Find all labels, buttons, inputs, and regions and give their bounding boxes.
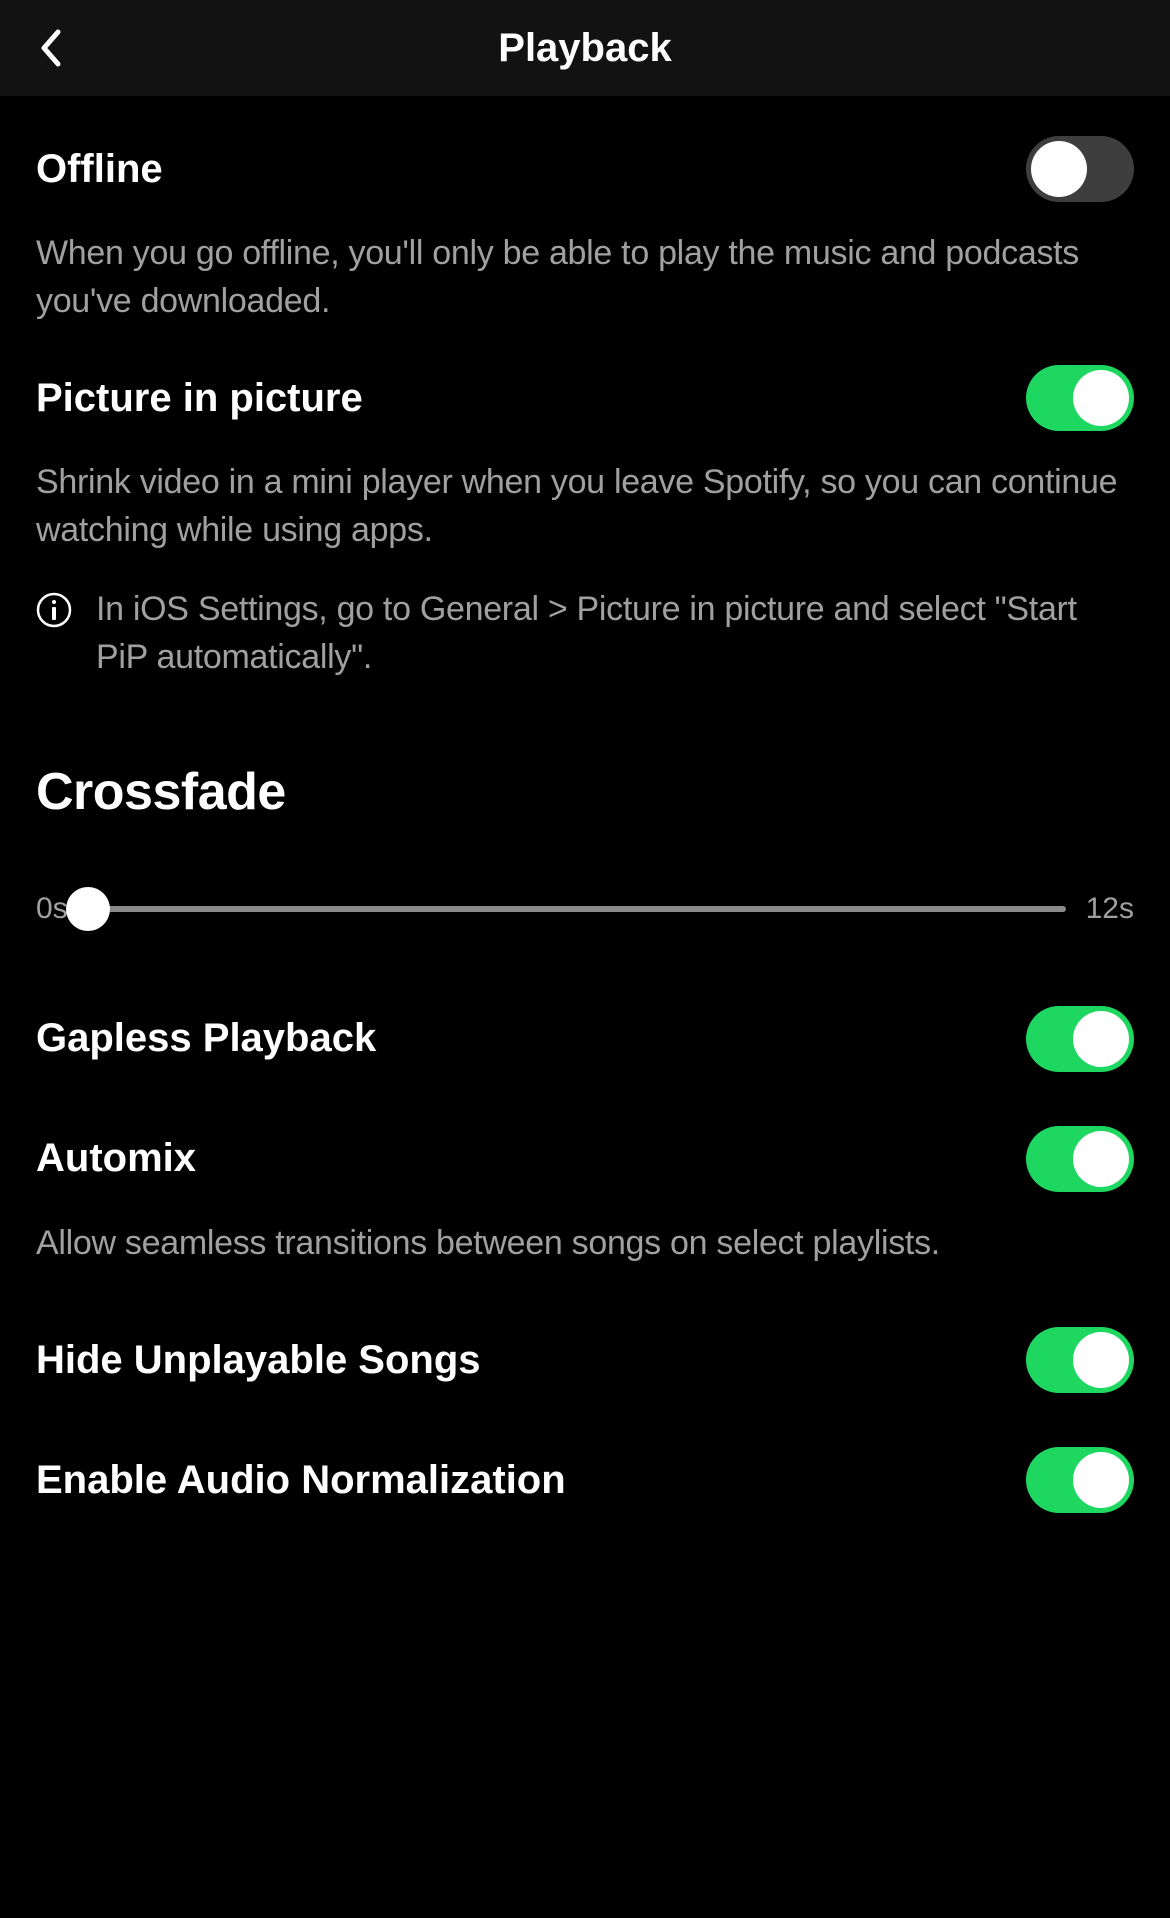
- automix-toggle[interactable]: [1026, 1126, 1134, 1192]
- automix-row: Automix: [36, 1072, 1134, 1192]
- page-title: Playback: [0, 26, 1170, 71]
- normalize-title: Enable Audio Normalization: [36, 1458, 566, 1503]
- hide-unplayable-toggle[interactable]: [1026, 1327, 1134, 1393]
- offline-toggle[interactable]: [1026, 136, 1134, 202]
- chevron-left-icon: [38, 28, 62, 68]
- offline-row: Offline: [36, 96, 1134, 202]
- pip-row: Picture in picture: [36, 325, 1134, 431]
- gapless-toggle[interactable]: [1026, 1006, 1134, 1072]
- pip-title: Picture in picture: [36, 376, 363, 421]
- normalize-toggle[interactable]: [1026, 1447, 1134, 1513]
- toggle-knob: [1073, 1332, 1129, 1388]
- toggle-knob: [1073, 370, 1129, 426]
- crossfade-slider-row: 0s 12s: [36, 822, 1134, 946]
- crossfade-min-label: 0s: [36, 892, 68, 926]
- pip-info-row: In iOS Settings, go to General > Picture…: [36, 554, 1134, 681]
- toggle-knob: [1073, 1452, 1129, 1508]
- info-icon: [36, 592, 72, 628]
- gapless-title: Gapless Playback: [36, 1016, 376, 1061]
- offline-title: Offline: [36, 147, 163, 192]
- pip-description: Shrink video in a mini player when you l…: [36, 431, 1134, 554]
- crossfade-section-title: Crossfade: [36, 682, 1134, 822]
- automix-description: Allow seamless transitions between songs…: [36, 1192, 1134, 1268]
- hide-unplayable-row: Hide Unplayable Songs: [36, 1267, 1134, 1393]
- header: Playback: [0, 0, 1170, 96]
- crossfade-slider[interactable]: [88, 906, 1066, 912]
- hide-unplayable-title: Hide Unplayable Songs: [36, 1338, 481, 1383]
- back-button[interactable]: [30, 28, 70, 68]
- automix-title: Automix: [36, 1136, 196, 1181]
- pip-toggle[interactable]: [1026, 365, 1134, 431]
- toggle-knob: [1073, 1131, 1129, 1187]
- gapless-row: Gapless Playback: [36, 946, 1134, 1072]
- toggle-knob: [1031, 141, 1087, 197]
- pip-info-text: In iOS Settings, go to General > Picture…: [96, 586, 1134, 681]
- toggle-knob: [1073, 1011, 1129, 1067]
- crossfade-slider-thumb[interactable]: [66, 887, 110, 931]
- crossfade-max-label: 12s: [1086, 892, 1134, 926]
- normalize-row: Enable Audio Normalization: [36, 1393, 1134, 1513]
- offline-description: When you go offline, you'll only be able…: [36, 202, 1134, 325]
- settings-content: Offline When you go offline, you'll only…: [0, 96, 1170, 1513]
